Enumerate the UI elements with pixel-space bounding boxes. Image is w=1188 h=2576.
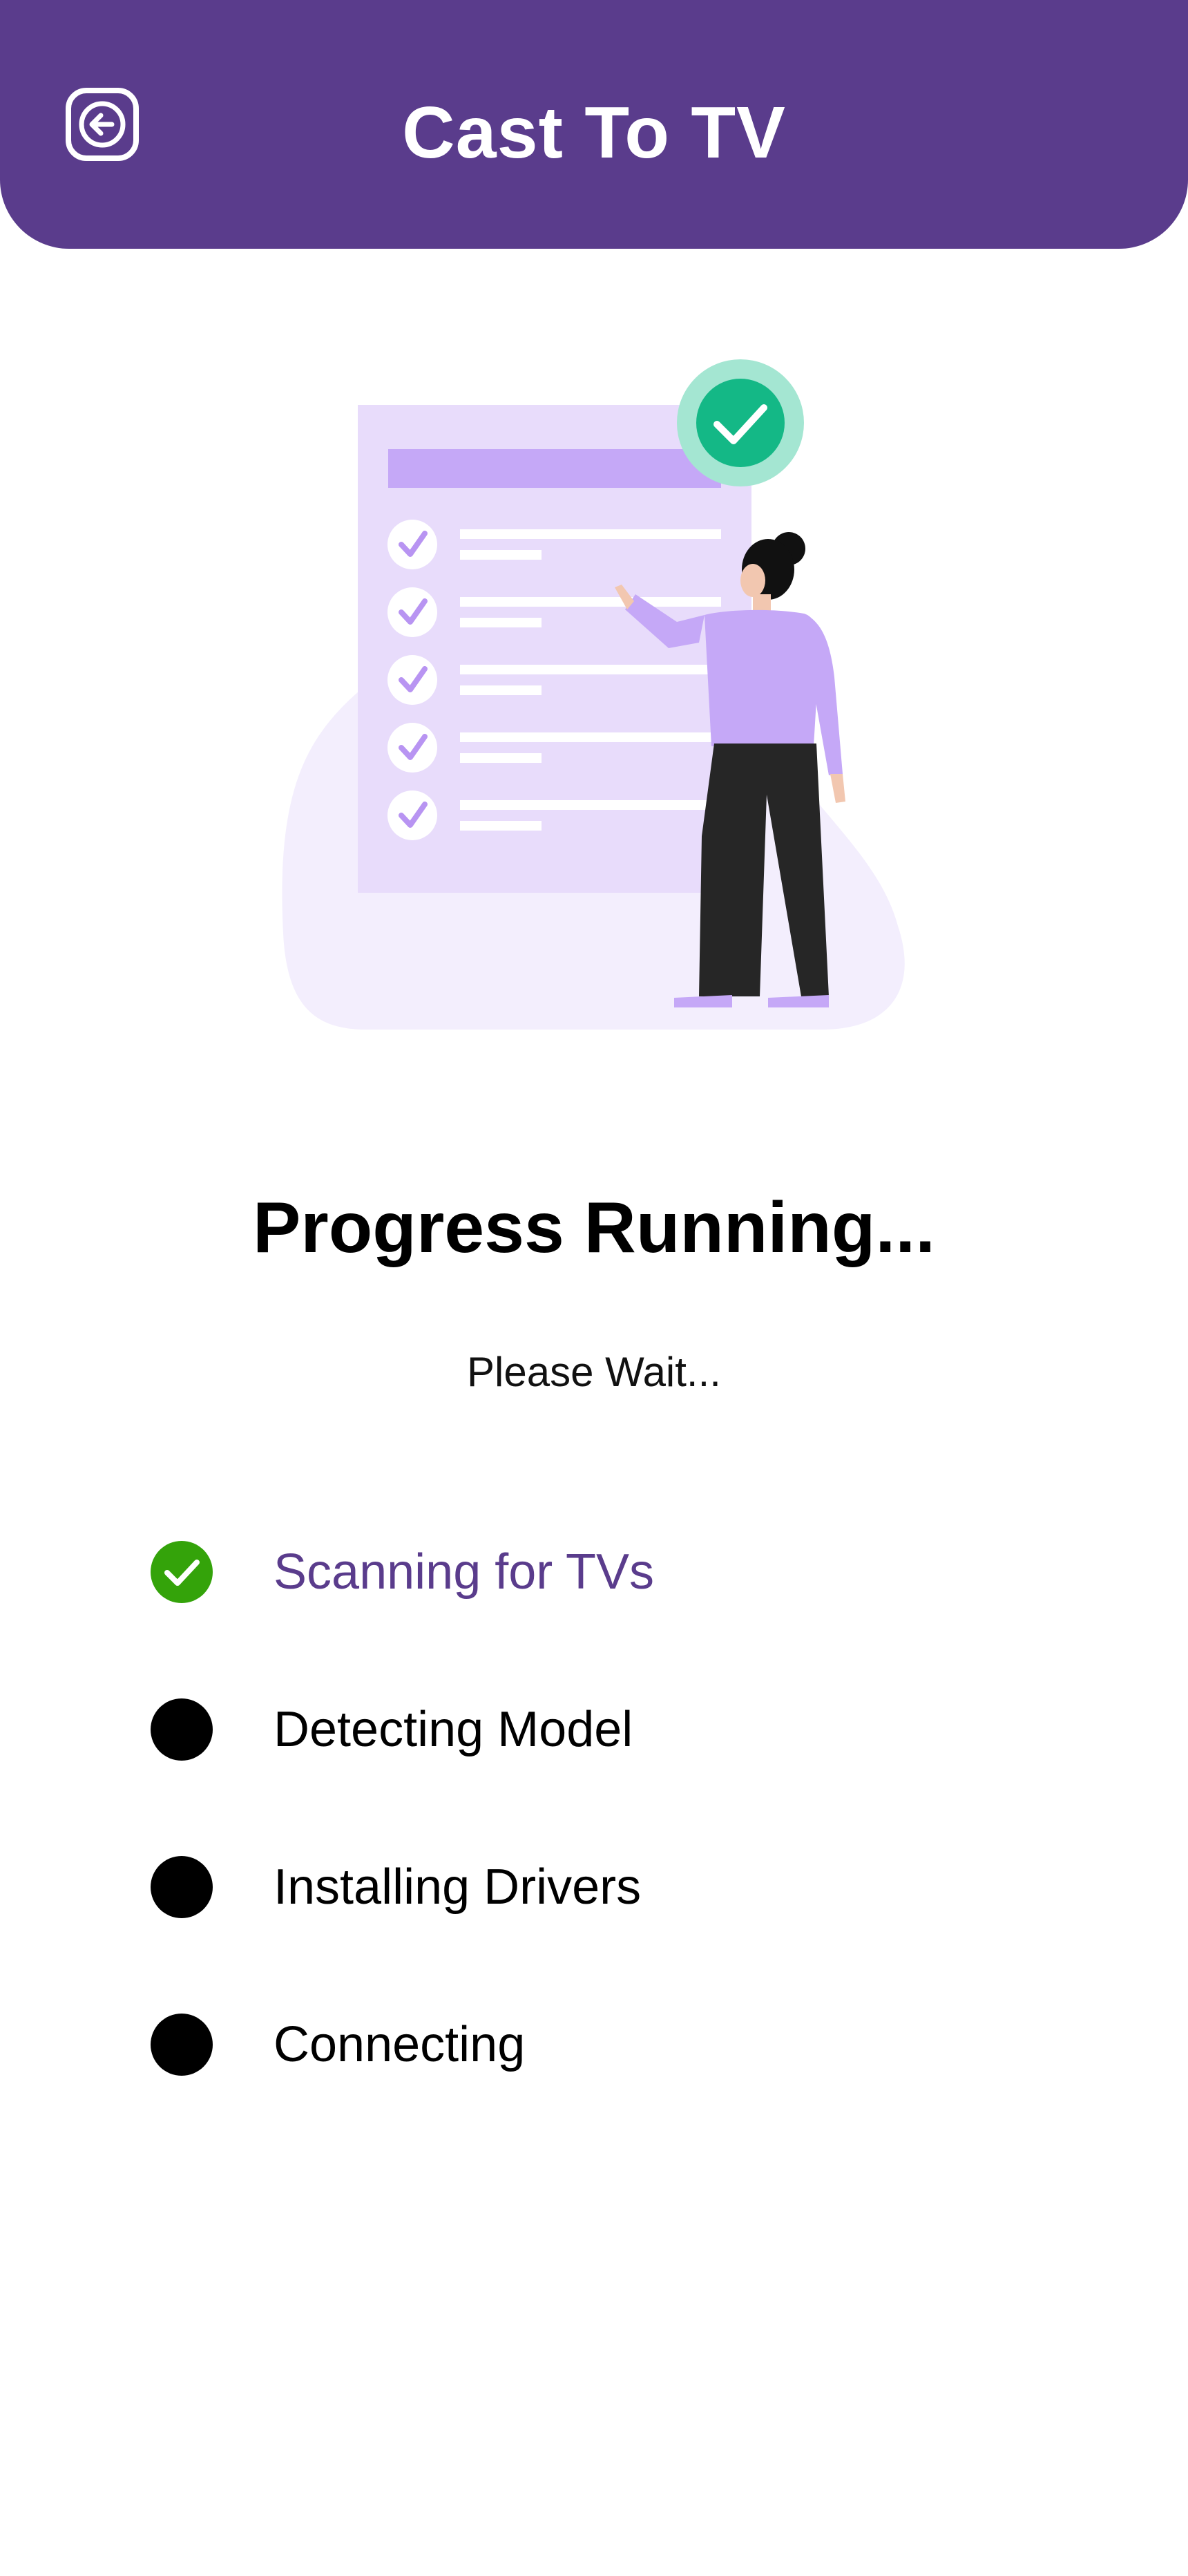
progress-steps: Scanning for TVs Detecting Model Install… — [151, 1541, 1048, 2171]
step-label: Detecting Model — [274, 1702, 633, 1757]
dot-icon — [151, 2014, 213, 2076]
dot-icon — [151, 1698, 213, 1761]
step-label: Connecting — [274, 2017, 526, 2072]
progress-subheading: Please Wait... — [467, 1349, 721, 1395]
page-title: Cast To TV — [402, 92, 786, 173]
step-installing: Installing Drivers — [151, 1856, 1048, 1918]
step-label: Installing Drivers — [274, 1859, 642, 1915]
progress-heading: Progress Running... — [252, 1188, 936, 1268]
step-scanning: Scanning for TVs — [151, 1541, 1048, 1603]
checklist-illustration — [276, 352, 912, 1036]
dot-icon — [151, 1856, 213, 1918]
step-label: Scanning for TVs — [274, 1544, 654, 1600]
step-connecting: Connecting — [151, 2014, 1048, 2076]
check-circle-icon — [151, 1541, 213, 1603]
app-header: Cast To TV — [0, 0, 1188, 249]
step-detecting: Detecting Model — [151, 1698, 1048, 1761]
